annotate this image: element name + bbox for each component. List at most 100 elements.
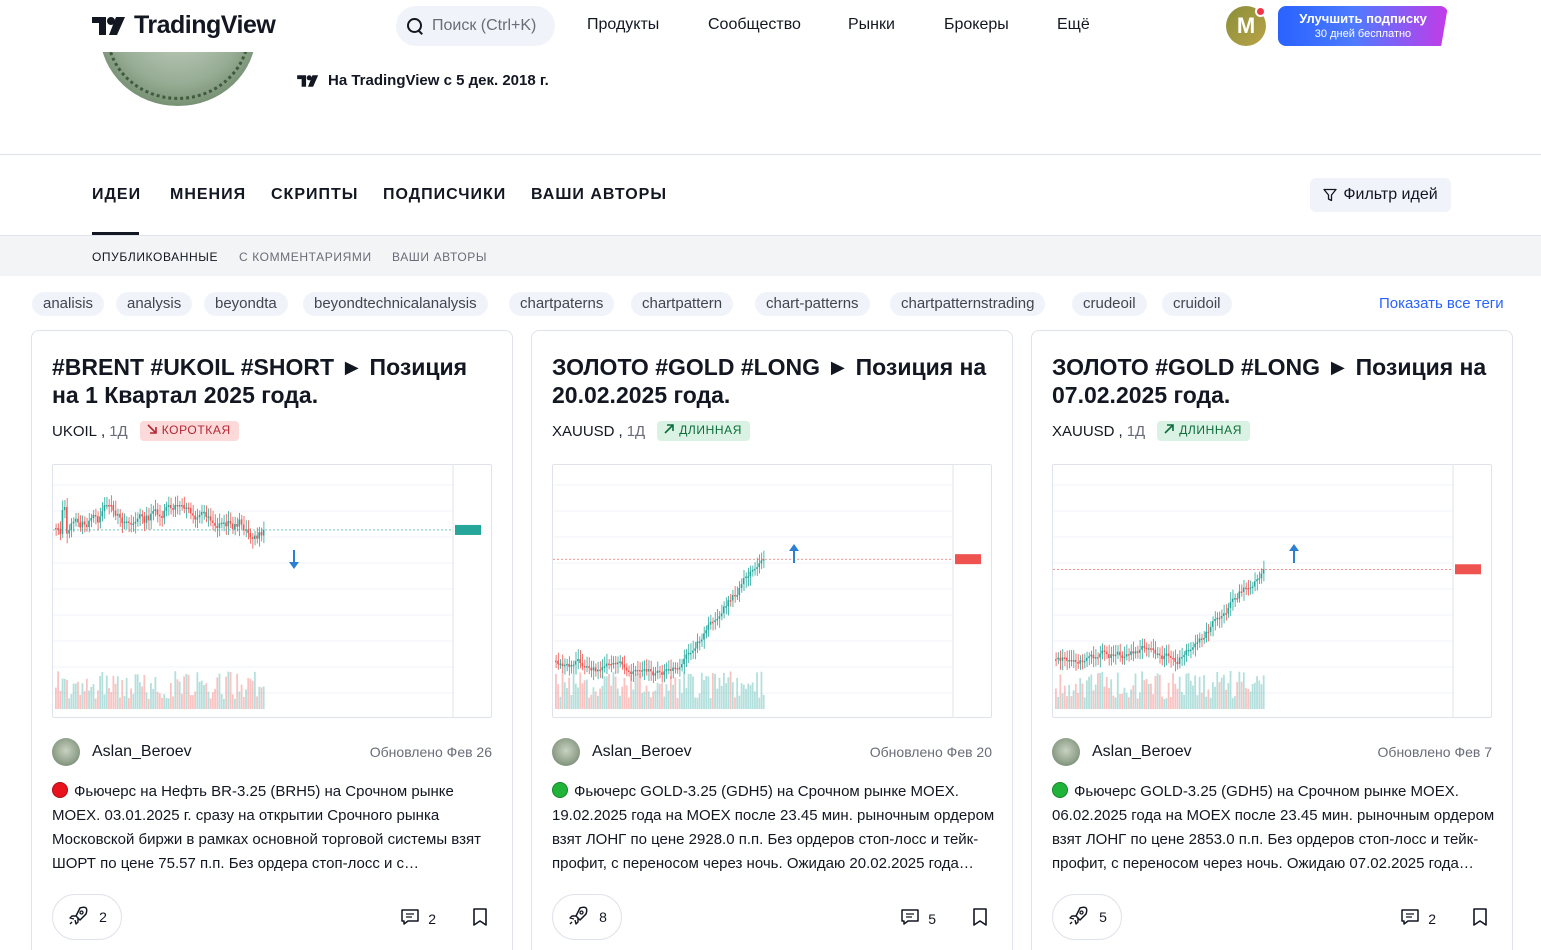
author-avatar[interactable] [552,738,580,766]
idea-chart-preview[interactable] [52,464,492,718]
volume-bar [1094,684,1097,709]
subtab-published[interactable]: ОПУБЛИКОВАННЫЕ [92,250,218,264]
comment-icon [900,908,920,929]
bookmark-icon[interactable] [1472,908,1488,931]
volume-bar [1125,692,1128,709]
tab-scripts[interactable]: СКРИПТЫ [271,186,358,204]
candle-body [63,507,66,510]
candle-body [85,524,88,528]
volume-bar [1194,675,1197,709]
tab-ideas[interactable]: ИДЕИ [92,186,141,204]
volume-bar [116,676,119,709]
subtab-with-comments[interactable]: С КОММЕНТАРИЯМИ [239,250,372,264]
volume-bar [698,693,701,709]
idea-symbol[interactable]: XAUUSD [552,423,615,440]
candle-body [156,509,159,515]
candle-body [718,616,721,619]
candle-body [110,505,112,507]
tag-beyondta[interactable]: beyondta [204,292,288,316]
idea-chart-preview[interactable] [1052,464,1492,718]
author-info[interactable]: Aslan_Beroev [52,738,192,766]
volume-bar [238,691,241,709]
candle-body [1121,655,1123,658]
boost-button[interactable]: 8 [552,894,622,940]
volume-bar [1112,695,1115,709]
show-all-tags-link[interactable]: Показать все теги [1379,295,1504,312]
boost-button[interactable]: 2 [52,894,122,940]
upgrade-button[interactable]: Улучшить подписку 30 дней бесплатно [1278,6,1448,46]
subtab-your-authors[interactable]: ВАШИ АВТОРЫ [392,250,487,264]
idea-card[interactable]: ЗОЛОТО #GOLD #LONG ► Позиция на 07.02.20… [1031,330,1513,950]
idea-title[interactable]: ЗОЛОТО #GOLD #LONG ► Позиция на 07.02.20… [1052,353,1497,409]
boost-button[interactable]: 5 [1052,894,1122,940]
candle-body [92,514,95,519]
volume-bar [736,677,739,709]
volume-bar [156,691,159,709]
search-box[interactable] [396,6,555,46]
volume-bar [1077,692,1079,709]
tab-followers[interactable]: ПОДПИСЧИКИ [383,186,506,204]
tag-beyondtechnicalanalysis[interactable]: beyondtechnicalanalysis [303,292,488,316]
idea-symbol[interactable]: XAUUSD [1052,423,1115,440]
bookmark-icon[interactable] [472,908,488,931]
tag-chartpattern[interactable]: chartpattern [631,292,734,316]
candle-body [55,527,57,530]
volume-bar [725,683,728,709]
volume-bar [251,680,254,709]
notification-dot [1255,6,1266,17]
tag-chartpaterns[interactable]: chartpaterns [509,292,615,316]
tag-crudeoil[interactable]: crudeoil [1072,292,1147,316]
candle-body [1068,660,1070,662]
nav-markets[interactable]: Рынки [848,16,895,34]
author-info[interactable]: Aslan_Beroev [1052,738,1192,766]
comments-button[interactable]: 2 [400,908,436,929]
comments-button[interactable]: 2 [1400,908,1436,929]
author-name[interactable]: Aslan_Beroev [1092,743,1192,761]
author-info[interactable]: Aslan_Beroev [552,738,692,766]
nav-products[interactable]: Продукты [587,16,659,34]
bookmark-icon[interactable] [972,908,988,931]
candle-body [200,511,203,515]
candle-body [183,505,185,509]
idea-card[interactable]: #BRENT #UKOIL #SHORT ► Позиция на 1 Квар… [31,330,513,950]
idea-chart-preview[interactable] [552,464,992,718]
arrow-up-right-icon [1163,423,1175,438]
volume-bar [152,688,155,709]
tag-chartpatternstrading[interactable]: chartpatternstrading [890,292,1046,316]
idea-description[interactable]: Фьючерс на Нефть BR-3.25 (BRH5) на Срочн… [52,780,497,876]
nav-brokers[interactable]: Брокеры [944,16,1009,34]
price-label-tag [1455,564,1481,575]
author-name[interactable]: Aslan_Beroev [92,743,192,761]
author-avatar[interactable] [1052,738,1080,766]
tab-opinions[interactable]: МНЕНИЯ [170,186,246,204]
idea-description[interactable]: Фьючерс GOLD-3.25 (GDH5) на Срочном рынк… [552,780,997,876]
search-input[interactable] [432,17,547,35]
idea-symbol[interactable]: UKOIL [52,423,97,440]
idea-description[interactable]: Фьючерс GOLD-3.25 (GDH5) на Срочном рынк… [1052,780,1497,876]
volume-bar [1154,675,1157,709]
candle-body [1209,626,1212,632]
volume-bar [1068,684,1071,709]
nav-community[interactable]: Сообщество [708,16,801,34]
volume-bar [605,676,608,709]
tag-chart-patterns[interactable]: chart-patterns [755,292,870,316]
volume-bar [669,675,672,709]
nav-more[interactable]: Ещё [1057,16,1090,34]
comments-button[interactable]: 5 [900,908,936,929]
candle-body [1116,651,1119,655]
author-avatar[interactable] [52,738,80,766]
volume-bar [563,682,566,709]
volume-bar [77,681,79,709]
tradingview-logo[interactable]: TradingView [92,11,276,40]
filter-ideas-button[interactable]: Фильтр идей [1310,178,1451,212]
candle-body [1150,648,1152,650]
tag-analisis[interactable]: analisis [32,292,105,316]
idea-card[interactable]: ЗОЛОТО #GOLD #LONG ► Позиция на 20.02.20… [531,330,1013,950]
idea-title[interactable]: #BRENT #UKOIL #SHORT ► Позиция на 1 Квар… [52,353,497,409]
tag-analysis[interactable]: analysis [116,292,193,316]
author-name[interactable]: Aslan_Beroev [592,743,692,761]
volume-bar [1200,692,1203,709]
tab-your-authors[interactable]: ВАШИ АВТОРЫ [531,186,667,204]
idea-title[interactable]: ЗОЛОТО #GOLD #LONG ► Позиция на 20.02.20… [552,353,997,409]
tag-cruidoil[interactable]: cruidoil [1162,292,1232,316]
